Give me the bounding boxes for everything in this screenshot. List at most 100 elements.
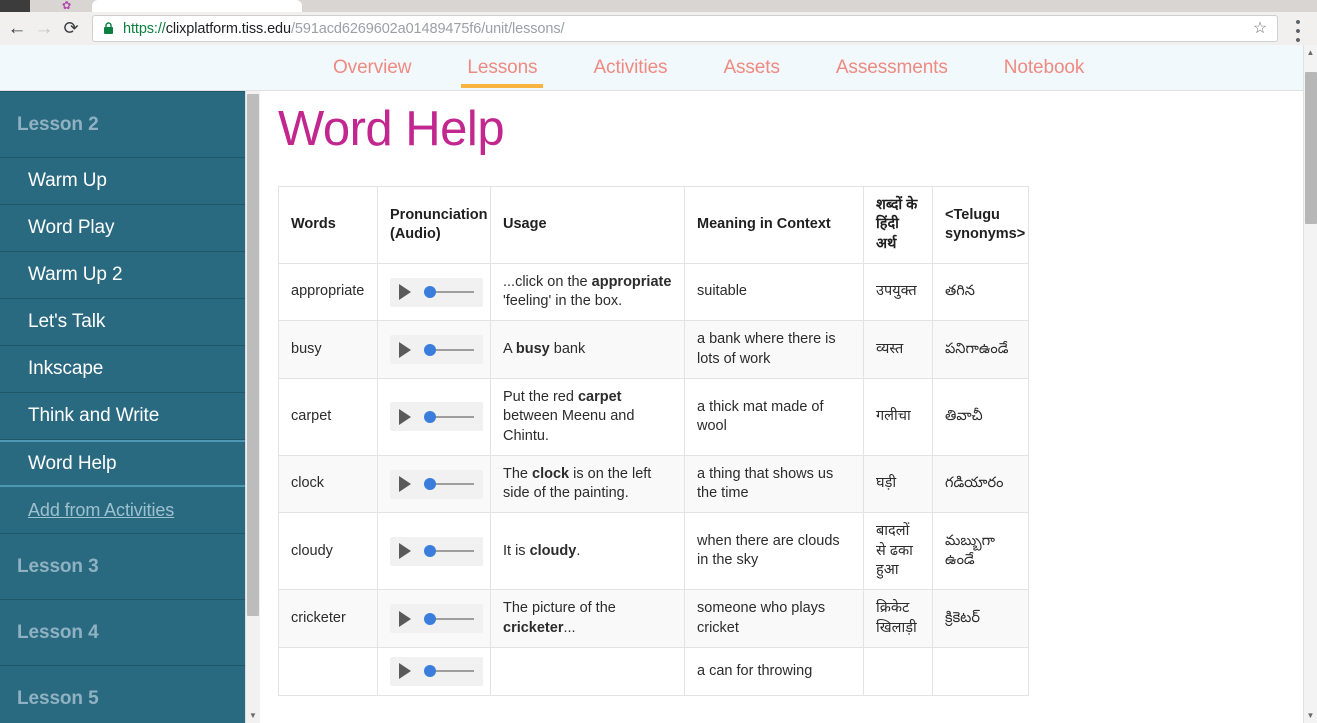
cell-meaning: when there are clouds in the sky bbox=[684, 512, 864, 591]
sidebar-item-word-help[interactable]: Word Help bbox=[0, 440, 245, 487]
add-from-activities-label[interactable]: Add from Activities bbox=[28, 500, 174, 521]
cell-word bbox=[278, 646, 378, 696]
table-row: cloudy It is cloudy. when there are clouds… bbox=[278, 512, 1029, 591]
cell-usage: The picture of the cricketer... bbox=[490, 589, 685, 648]
column-header-telugu: <Telugu synonyms> bbox=[932, 186, 1029, 264]
audio-knob[interactable] bbox=[424, 612, 436, 625]
nav-item-list: Overview Lessons Activities Assets Asses… bbox=[305, 45, 1112, 91]
audio-seek-bar[interactable] bbox=[424, 545, 474, 558]
audio-seek-bar[interactable] bbox=[424, 343, 474, 356]
sidebar-group-lesson-5[interactable]: Lesson 5 bbox=[0, 666, 245, 723]
table-row: cricketer The picture of the cricketer...… bbox=[278, 589, 1029, 648]
audio-player[interactable] bbox=[390, 277, 483, 307]
url-path: /591acd6269602a01489475f6/unit/lessons/ bbox=[290, 21, 565, 37]
cell-hindi: बादलों से ढका हुआ bbox=[863, 512, 933, 591]
reload-button[interactable]: ⟳ bbox=[57, 12, 85, 45]
audio-player[interactable] bbox=[390, 335, 483, 365]
sidebar-group-lesson-3[interactable]: Lesson 3 bbox=[0, 534, 245, 600]
cell-pronunciation bbox=[377, 377, 491, 456]
cell-word: clock bbox=[278, 454, 378, 514]
audio-seek-bar[interactable] bbox=[424, 286, 474, 299]
cell-telugu: క్రికెటర్ bbox=[932, 589, 1029, 648]
cell-pronunciation bbox=[377, 320, 491, 379]
forward-button[interactable]: → bbox=[30, 12, 58, 45]
cell-word: cloudy bbox=[278, 512, 378, 591]
cell-hindi: व्यस्त bbox=[863, 320, 933, 379]
cell-meaning: a thick mat made of wool bbox=[684, 377, 864, 456]
cell-meaning: a thing that shows us the time bbox=[684, 454, 864, 514]
cell-pronunciation bbox=[377, 262, 491, 322]
audio-player[interactable] bbox=[390, 604, 483, 633]
audio-knob[interactable] bbox=[424, 478, 436, 491]
audio-knob[interactable] bbox=[424, 665, 436, 678]
sidebar-item-warm-up-2[interactable]: Warm Up 2 bbox=[0, 252, 245, 299]
audio-seek-bar[interactable] bbox=[424, 478, 474, 491]
audio-knob[interactable] bbox=[424, 286, 436, 299]
browser-menu-icon[interactable]: • • • bbox=[1290, 15, 1306, 48]
cell-word: carpet bbox=[278, 377, 378, 456]
url-host: clixplatform.tiss.edu bbox=[165, 21, 291, 37]
scroll-up-icon[interactable]: ▲ bbox=[1304, 45, 1317, 60]
sidebar-item-warm-up[interactable]: Warm Up bbox=[0, 158, 245, 205]
play-icon[interactable] bbox=[399, 341, 411, 358]
cell-pronunciation bbox=[377, 454, 491, 514]
sidebar-group-lesson-2[interactable]: Lesson 2 bbox=[0, 92, 245, 158]
lesson-sidebar: Lesson 2 Warm Up Word Play Warm Up 2 Let… bbox=[0, 91, 245, 723]
bookmark-star-icon[interactable]: ☆ bbox=[1251, 20, 1269, 38]
tab-activities[interactable]: Activities bbox=[565, 45, 695, 91]
play-icon[interactable] bbox=[399, 610, 411, 627]
tab-strip-left-edge bbox=[0, 0, 30, 12]
tab-assets[interactable]: Assets bbox=[695, 45, 807, 91]
sidebar-item-inkscape[interactable]: Inkscape bbox=[0, 346, 245, 393]
tab-lessons[interactable]: Lessons bbox=[439, 45, 565, 91]
play-icon[interactable] bbox=[399, 543, 411, 560]
column-header-meaning: Meaning in Context bbox=[684, 186, 864, 264]
play-icon[interactable] bbox=[399, 284, 411, 301]
sidebar-item-think-and-write[interactable]: Think and Write bbox=[0, 393, 245, 440]
audio-seek-bar[interactable] bbox=[424, 612, 474, 625]
page-scrollbar[interactable]: ▲ ▼ bbox=[1303, 45, 1317, 723]
cell-usage bbox=[490, 646, 685, 696]
audio-knob[interactable] bbox=[424, 343, 436, 356]
sidebar-group-lesson-4[interactable]: Lesson 4 bbox=[0, 600, 245, 666]
audio-player[interactable] bbox=[390, 536, 483, 566]
audio-player[interactable] bbox=[390, 656, 483, 686]
favicon-icon: ✿ bbox=[62, 0, 72, 12]
back-button[interactable]: ← bbox=[3, 12, 31, 45]
column-header-pronunciation: Pronunciation (Audio) bbox=[377, 186, 491, 264]
audio-player[interactable] bbox=[390, 402, 483, 432]
page-scrollbar-thumb[interactable] bbox=[1305, 72, 1317, 224]
play-icon[interactable] bbox=[399, 663, 411, 680]
audio-player[interactable] bbox=[390, 469, 483, 499]
cell-telugu: తివాచీ bbox=[932, 377, 1029, 456]
sidebar-scroll-down-icon[interactable]: ▼ bbox=[246, 708, 260, 723]
sidebar-add-from-activities[interactable]: Add from Activities bbox=[0, 487, 245, 534]
sidebar-scrollbar[interactable]: ▼ bbox=[245, 91, 260, 723]
scroll-down-icon[interactable]: ▼ bbox=[1304, 708, 1317, 723]
tab-assessments[interactable]: Assessments bbox=[808, 45, 976, 91]
sidebar-item-word-play[interactable]: Word Play bbox=[0, 205, 245, 252]
audio-seek-bar[interactable] bbox=[424, 665, 474, 678]
sidebar-item-lets-talk[interactable]: Let's Talk bbox=[0, 299, 245, 346]
cell-usage: The clock is on the left side of the pai… bbox=[490, 454, 685, 514]
cell-usage: A busy bank bbox=[490, 320, 685, 379]
play-icon[interactable] bbox=[399, 476, 411, 493]
audio-knob[interactable] bbox=[424, 410, 436, 423]
audio-knob[interactable] bbox=[424, 545, 436, 558]
cell-meaning: a can for throwing bbox=[684, 646, 864, 696]
cell-meaning: someone who plays cricket bbox=[684, 589, 864, 648]
sidebar-scrollbar-thumb[interactable] bbox=[247, 94, 259, 616]
cell-usage: Put the red carpet between Meenu and Chi… bbox=[490, 377, 685, 456]
browser-tab[interactable] bbox=[92, 0, 302, 12]
cell-word: busy bbox=[278, 320, 378, 379]
url-scheme: https:// bbox=[123, 21, 166, 37]
cell-pronunciation bbox=[377, 512, 491, 591]
play-icon[interactable] bbox=[399, 408, 411, 425]
table-row: carpet Put the red carpet between Meenu a… bbox=[278, 377, 1029, 456]
cell-usage: ...click on the appropriate 'feeling' in… bbox=[490, 262, 685, 322]
tab-overview[interactable]: Overview bbox=[305, 45, 439, 91]
tab-notebook[interactable]: Notebook bbox=[976, 45, 1113, 91]
audio-seek-bar[interactable] bbox=[424, 410, 474, 423]
address-bar[interactable]: https://clixplatform.tiss.edu/591acd6269… bbox=[92, 15, 1278, 42]
cell-telugu: తగిన bbox=[932, 262, 1029, 322]
